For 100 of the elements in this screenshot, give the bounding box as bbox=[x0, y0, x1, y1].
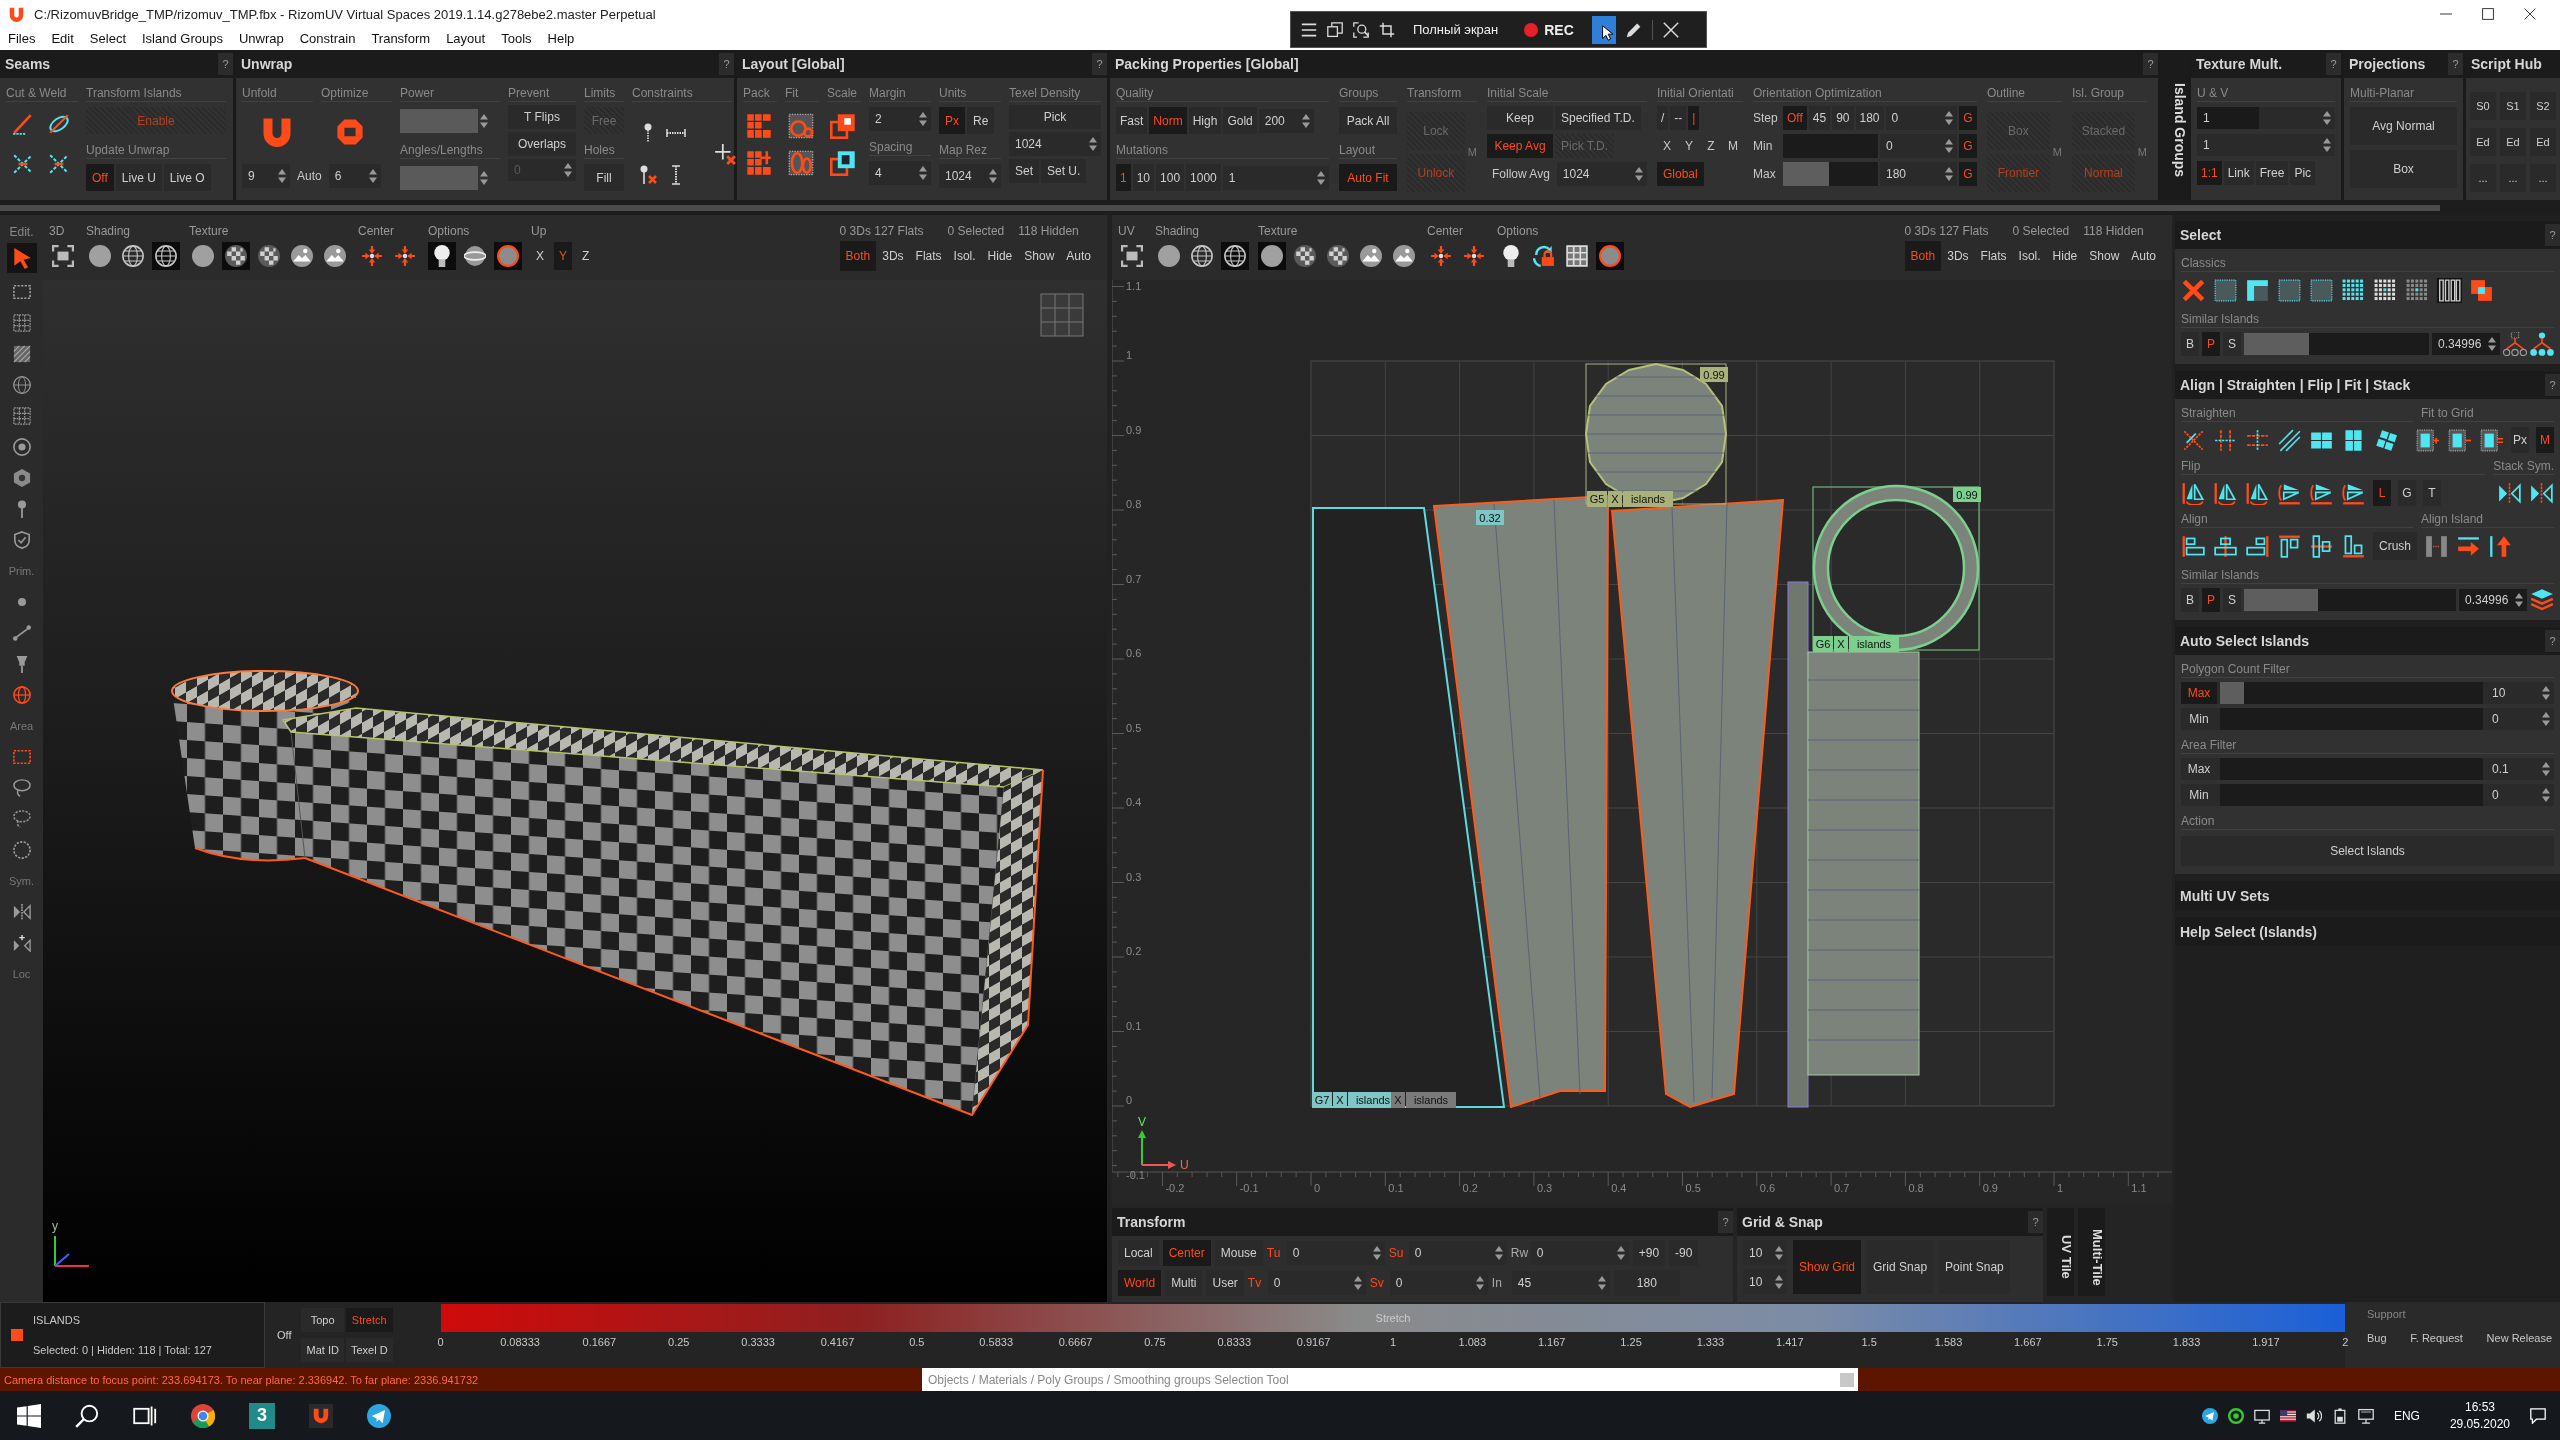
close-icon[interactable] bbox=[2524, 8, 2536, 20]
language-indicator[interactable]: ENG bbox=[2393, 1408, 2420, 1423]
mirror-triangles-icon[interactable] bbox=[2529, 480, 2554, 506]
align-left-icon[interactable] bbox=[2181, 533, 2206, 559]
mountain-sphere-icon[interactable] bbox=[288, 242, 316, 270]
pick-button[interactable]: Pick bbox=[1009, 105, 1101, 129]
checkered-mesh[interactable] bbox=[171, 670, 1044, 1117]
arrow-cursor-icon[interactable] bbox=[6, 243, 37, 273]
help-button[interactable]: ? bbox=[218, 53, 233, 75]
app-tile-button[interactable]: 3 bbox=[249, 1402, 275, 1429]
number-field[interactable]: 0 bbox=[1267, 1271, 1366, 1295]
toggle-button[interactable]: Gold bbox=[1223, 107, 1257, 134]
help-button[interactable]: ? bbox=[2028, 1211, 2043, 1233]
sphere-icon[interactable] bbox=[1258, 242, 1286, 270]
overlap-squares-icon[interactable] bbox=[2469, 277, 2494, 303]
rotate-button[interactable]: -90 bbox=[1669, 1240, 1699, 1266]
support-link[interactable]: F. Request bbox=[2410, 1332, 2463, 1344]
checker-sphere-icon[interactable] bbox=[255, 242, 283, 270]
record-button[interactable]: REC bbox=[1516, 15, 1582, 44]
paper-plane-icon[interactable] bbox=[2201, 1407, 2218, 1424]
uv-viewport[interactable]: 1.1 1 0.9 0.8 0.7 0.6 0.5 0.4 0.3 0.2 0.1 0 -0.1 -0.2 -0.1 0 0.1 0.2 0.3 0.4 0.5 0.6 0.7 0.8 0.9 1 1.1 0.99 0.99 0.32 G5 X islands G6 X islands G7 X islands X islands V U bbox=[1112, 280, 2172, 1204]
stepper-arrows-icon[interactable] bbox=[1353, 1276, 1362, 1290]
crossed-lines-icon[interactable] bbox=[12, 153, 34, 175]
slash-line-icon[interactable] bbox=[12, 113, 34, 135]
dashed-lasso-icon[interactable] bbox=[10, 808, 33, 830]
filter-button[interactable]: Auto bbox=[2125, 241, 2162, 271]
sphere-icon[interactable] bbox=[1155, 242, 1183, 270]
number-field[interactable]: 0 bbox=[2486, 784, 2554, 806]
stepper-arrows-icon[interactable] bbox=[1317, 170, 1325, 185]
wire-sphere-icon[interactable] bbox=[1221, 242, 1249, 270]
script-button[interactable]: Ed bbox=[2530, 128, 2556, 156]
number-field[interactable]: 1024 bbox=[939, 164, 1001, 188]
side-tab[interactable]: UV Tile bbox=[2047, 1208, 2074, 1296]
number-field[interactable]: 10 bbox=[2486, 682, 2554, 704]
flip-triangles-icon[interactable] bbox=[2245, 480, 2270, 506]
uv-island[interactable] bbox=[1812, 484, 1980, 652]
pin-x-icon[interactable] bbox=[638, 165, 658, 185]
lasso-icon[interactable] bbox=[10, 777, 33, 799]
crossed-loop-icon[interactable] bbox=[48, 113, 70, 135]
toggle-button[interactable]: Multi bbox=[1165, 1270, 1203, 1296]
number-field[interactable]: 4 bbox=[869, 161, 931, 185]
number-field[interactable]: 1024 bbox=[1009, 132, 1101, 156]
toggle-button[interactable]: User bbox=[1206, 1270, 1244, 1296]
toggle-button[interactable]: Texel D bbox=[345, 1338, 393, 1362]
island-tag[interactable]: G7 bbox=[1312, 1092, 1332, 1108]
filter-button[interactable]: Show bbox=[1018, 241, 1061, 271]
scrollbar[interactable] bbox=[0, 204, 2440, 211]
number-field[interactable]: 0 bbox=[1408, 1241, 1507, 1265]
horizontal-arrows-icon[interactable] bbox=[2245, 427, 2270, 453]
fill-button[interactable]: Fill bbox=[584, 164, 624, 191]
number-field[interactable]: 9 bbox=[242, 163, 290, 188]
toggle-button[interactable]: 1:1 bbox=[2197, 161, 2222, 185]
island-tag[interactable]: X bbox=[1608, 491, 1622, 507]
speaker-icon[interactable] bbox=[2305, 1407, 2322, 1424]
menu-item[interactable]: Help bbox=[539, 29, 583, 49]
toggle-button[interactable]: Y bbox=[554, 242, 573, 270]
target-circle-icon[interactable] bbox=[10, 436, 33, 458]
toggle-button[interactable]: Mouse bbox=[1214, 1240, 1263, 1266]
nested-squares-icon[interactable] bbox=[830, 150, 856, 176]
stepper-arrows-icon[interactable] bbox=[1494, 1246, 1503, 1260]
help-button[interactable]: ? bbox=[2545, 374, 2560, 396]
square-grid-icon[interactable] bbox=[2341, 277, 2366, 303]
show-grid-button[interactable]: Show Grid bbox=[1793, 1240, 1862, 1294]
flip-triangles-icon[interactable] bbox=[2181, 480, 2206, 506]
toggle-button[interactable]: Specified T.D. bbox=[1555, 106, 1641, 130]
menu-item[interactable]: Select bbox=[81, 29, 134, 49]
number-field[interactable]: 0.34996 bbox=[2459, 589, 2527, 611]
select-islands-button[interactable]: Select Islands bbox=[2181, 836, 2554, 866]
align-center-icon[interactable] bbox=[2213, 533, 2238, 559]
crossed-lines-icon[interactable] bbox=[48, 153, 70, 175]
toggle-button[interactable]: P bbox=[2202, 588, 2220, 612]
stepper-arrows-icon[interactable] bbox=[1597, 1276, 1606, 1290]
u-shape-icon[interactable] bbox=[309, 1403, 333, 1428]
squares-cross-icon[interactable] bbox=[746, 150, 772, 176]
tilted-squares-icon[interactable] bbox=[2373, 427, 2398, 453]
g-button[interactable]: G bbox=[1959, 162, 1977, 186]
stepper-arrows-icon[interactable] bbox=[2323, 138, 2331, 152]
toggle-button[interactable]: 1000 bbox=[1186, 164, 1221, 191]
filter-button[interactable]: Isol. bbox=[947, 241, 982, 271]
script-button[interactable]: ... bbox=[2530, 164, 2556, 192]
snap-button[interactable]: Point Snap bbox=[1939, 1240, 2010, 1294]
flag-icon[interactable] bbox=[2279, 1407, 2296, 1424]
menu-item[interactable]: Edit bbox=[43, 29, 82, 49]
crop-frame-icon[interactable] bbox=[1379, 21, 1395, 38]
script-button[interactable]: S2 bbox=[2530, 92, 2556, 120]
menu-item[interactable]: Unwrap bbox=[230, 29, 292, 49]
uv-island[interactable] bbox=[1312, 507, 1506, 1108]
wire-sphere-icon[interactable] bbox=[1188, 242, 1216, 270]
dashed-circle-icon[interactable] bbox=[10, 839, 33, 861]
mountain-sphere-icon[interactable] bbox=[1357, 242, 1385, 270]
chat-bubble-icon[interactable] bbox=[2530, 1407, 2546, 1424]
stepper-arrows-icon[interactable] bbox=[564, 163, 572, 177]
toggle-button[interactable]: Fast bbox=[1116, 107, 1148, 134]
number-field[interactable]: 2 bbox=[869, 107, 931, 131]
filter-button[interactable]: Isol. bbox=[2012, 241, 2047, 271]
octagon-ring-icon[interactable] bbox=[336, 118, 364, 146]
toggle-button[interactable]: Z bbox=[577, 242, 595, 270]
pencil-icon[interactable] bbox=[1625, 21, 1642, 38]
slider-track[interactable] bbox=[2244, 333, 2429, 355]
set-u-button[interactable]: Set U. bbox=[1041, 159, 1087, 183]
